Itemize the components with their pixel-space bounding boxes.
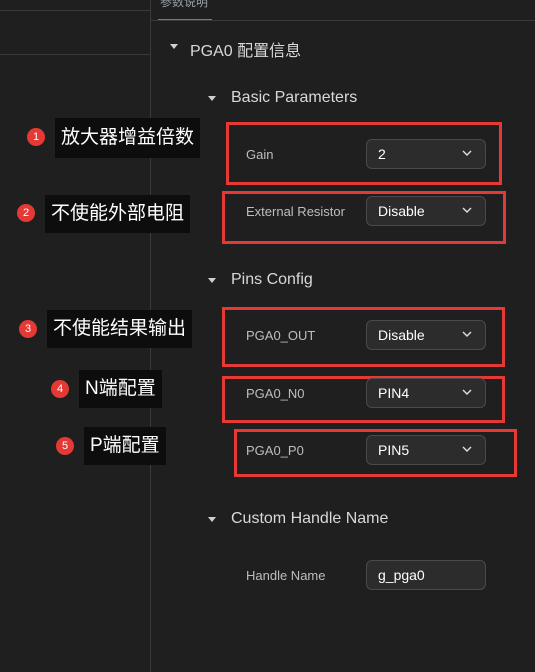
chevron-down-icon	[462, 207, 472, 213]
external-resistor-select-value: Disable	[378, 203, 425, 219]
pga0-n0-label: PGA0_N0	[246, 386, 305, 401]
annotation-label: 不使能外部电阻	[45, 195, 191, 233]
annotation-label: 不使能结果输出	[47, 310, 193, 348]
annotation-label: N端配置	[79, 370, 162, 408]
tab-parameter-description[interactable]: 参数说明	[160, 0, 208, 10]
section-title-basic-parameters[interactable]: Basic Parameters	[231, 89, 357, 107]
chevron-down-icon	[462, 331, 472, 337]
chevron-down-icon	[462, 150, 472, 156]
tab-bar-divider	[151, 20, 535, 21]
pga0-out-label: PGA0_OUT	[246, 328, 316, 343]
annotation-badge: 4	[51, 380, 69, 398]
pga0-n0-select-value: PIN4	[378, 385, 410, 401]
left-panel-divider	[0, 54, 150, 55]
gain-select[interactable]: 2	[366, 139, 486, 169]
left-panel-divider	[0, 10, 150, 11]
external-resistor-label: External Resistor	[246, 204, 345, 219]
handle-name-input-value: g_pga0	[378, 567, 425, 583]
gain-select-value: 2	[378, 146, 386, 162]
section-title-custom-handle-name[interactable]: Custom Handle Name	[231, 510, 388, 528]
pga0-p0-select[interactable]: PIN5	[366, 435, 486, 465]
section-title-pins-config[interactable]: Pins Config	[231, 271, 313, 289]
pga0-n0-select[interactable]: PIN4	[366, 378, 486, 408]
gain-label: Gain	[246, 147, 274, 162]
annotation-badge: 3	[19, 320, 37, 338]
chevron-down-icon[interactable]	[208, 96, 216, 101]
pga0-out-select-value: Disable	[378, 327, 425, 343]
handle-name-input[interactable]: g_pga0	[366, 560, 486, 590]
handle-name-label: Handle Name	[246, 568, 326, 583]
chevron-down-icon[interactable]	[170, 44, 178, 49]
tree-root-title[interactable]: PGA0 配置信息	[190, 37, 301, 61]
chevron-down-icon[interactable]	[208, 517, 216, 522]
chevron-down-icon[interactable]	[208, 278, 216, 283]
annotation-badge: 5	[56, 437, 74, 455]
pga0-out-select[interactable]: Disable	[366, 320, 486, 350]
annotation-badge: 2	[17, 204, 35, 222]
pga0-p0-label: PGA0_P0	[246, 443, 304, 458]
annotation-badge: 1	[27, 128, 45, 146]
chevron-down-icon	[462, 389, 472, 395]
annotation-label: 放大器增益倍数	[55, 118, 201, 158]
external-resistor-select[interactable]: Disable	[366, 196, 486, 226]
pga0-p0-select-value: PIN5	[378, 442, 410, 458]
annotation-label: P端配置	[84, 427, 166, 465]
chevron-down-icon	[462, 446, 472, 452]
